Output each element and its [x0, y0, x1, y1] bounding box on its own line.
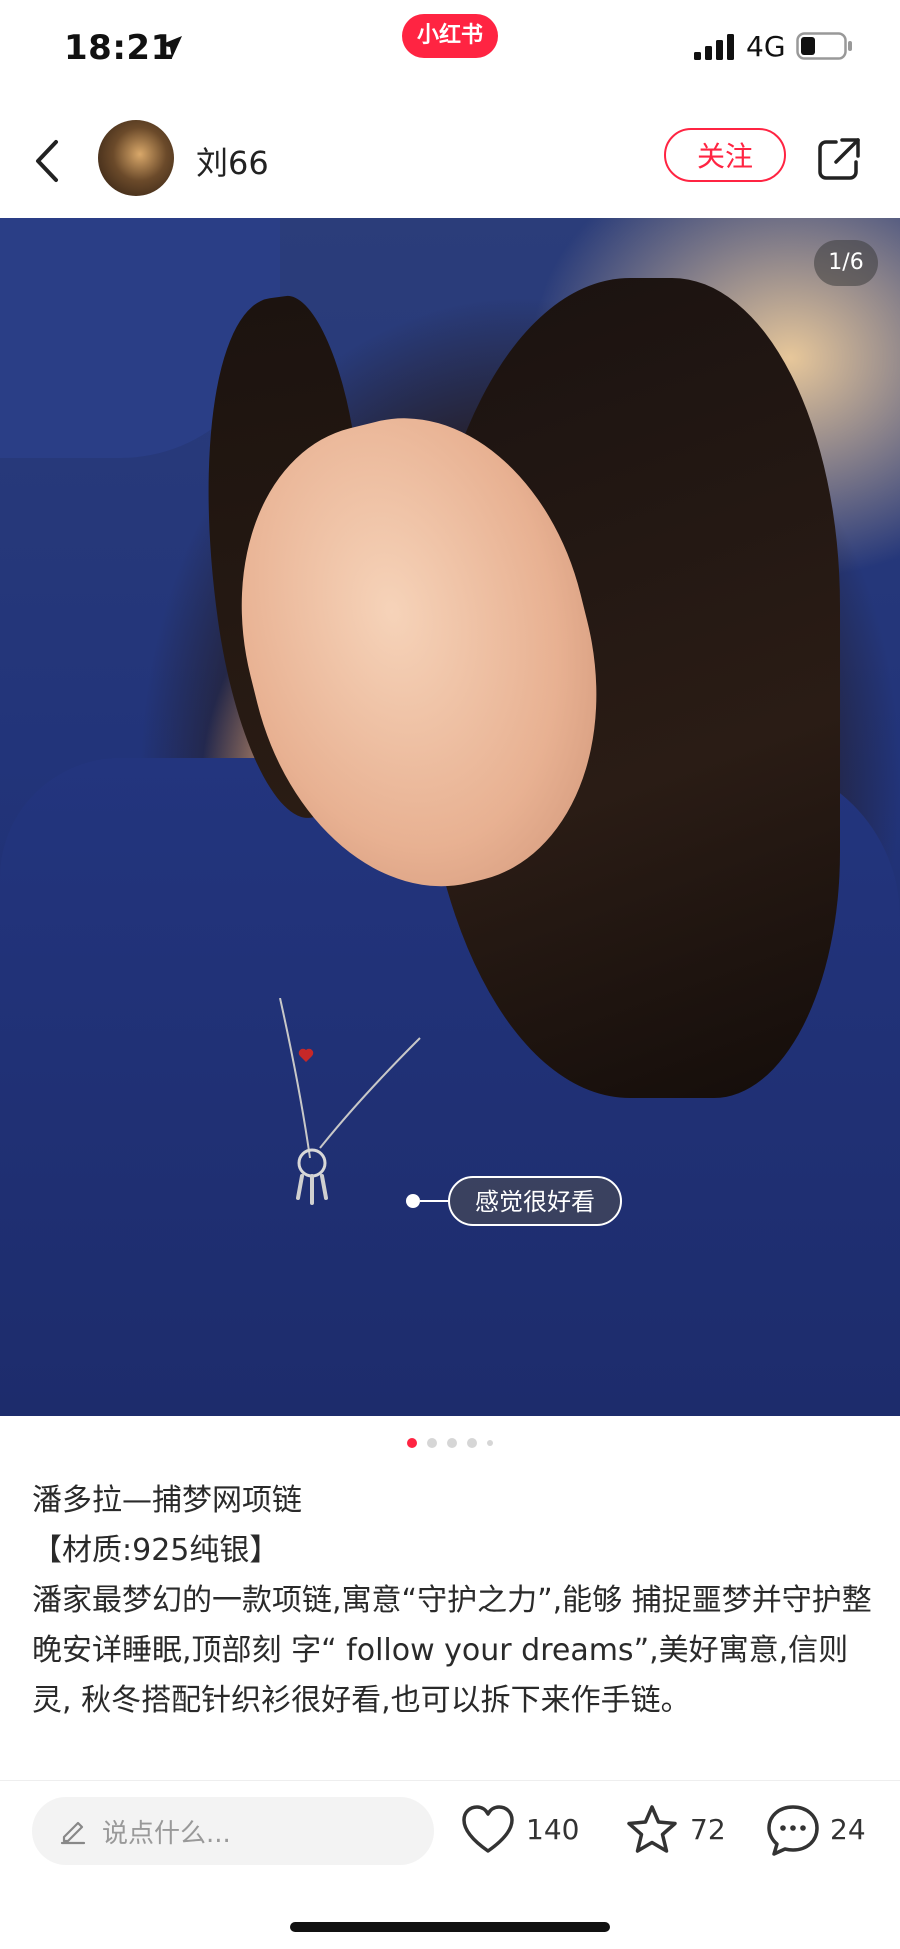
- collect-count: 72: [690, 1813, 726, 1846]
- star-icon: [627, 1805, 677, 1853]
- pencil-icon: [60, 1821, 86, 1845]
- home-indicator[interactable]: [290, 1922, 610, 1932]
- tag-line: [420, 1200, 450, 1202]
- page-dot: [407, 1438, 417, 1448]
- image-counter: 1/6: [814, 240, 878, 286]
- status-bar: 18:21 小红书 4G: [0, 0, 900, 100]
- back-icon[interactable]: [28, 136, 68, 186]
- tag-dot: [406, 1194, 420, 1208]
- location-arrow-icon: [160, 36, 182, 58]
- heart-icon: [462, 1805, 514, 1853]
- follow-button[interactable]: 关注: [664, 128, 786, 182]
- comment-count: 24: [830, 1813, 866, 1846]
- author-name[interactable]: 刘66: [196, 138, 269, 184]
- post-body: 潘家最梦幻的一款项链,寓意“守护之力”,能够 捕捉噩梦并守护整晚安详睡眠,顶部刻…: [32, 1583, 872, 1718]
- chat-bubble-icon: [767, 1805, 819, 1856]
- page-dot: [467, 1438, 477, 1448]
- image-tag[interactable]: 感觉很好看: [448, 1176, 622, 1226]
- network-type: 4G: [746, 30, 786, 63]
- page-dot: [447, 1438, 457, 1448]
- collect-button[interactable]: 72: [624, 1803, 726, 1859]
- signal-icon: [694, 34, 734, 60]
- battery-icon: [796, 32, 852, 60]
- comment-placeholder: 说点什么...: [102, 1819, 231, 1849]
- post-material: 【材质:925纯银】: [32, 1533, 280, 1568]
- avatar[interactable]: [98, 120, 174, 196]
- necklace-pendant: [279, 998, 421, 1205]
- post-header: 刘66 关注: [0, 100, 900, 218]
- page-dot: [427, 1438, 437, 1448]
- like-count: 140: [526, 1813, 580, 1846]
- comment-input[interactable]: 说点什么...: [32, 1797, 434, 1865]
- share-icon[interactable]: [816, 136, 862, 182]
- post-title: 潘多拉—捕梦网项链: [32, 1483, 302, 1518]
- like-button[interactable]: 140: [460, 1803, 579, 1859]
- app-badge: 小红书: [402, 14, 498, 58]
- image-pagination: [0, 1438, 900, 1454]
- page-dot: [487, 1440, 493, 1446]
- post-image[interactable]: 1/6 感觉很好看: [0, 218, 900, 1416]
- post-content: 潘多拉—捕梦网项链 【材质:925纯银】 潘家最梦幻的一款项链,寓意“守护之力”…: [32, 1476, 872, 1726]
- comment-button[interactable]: 24: [766, 1803, 866, 1859]
